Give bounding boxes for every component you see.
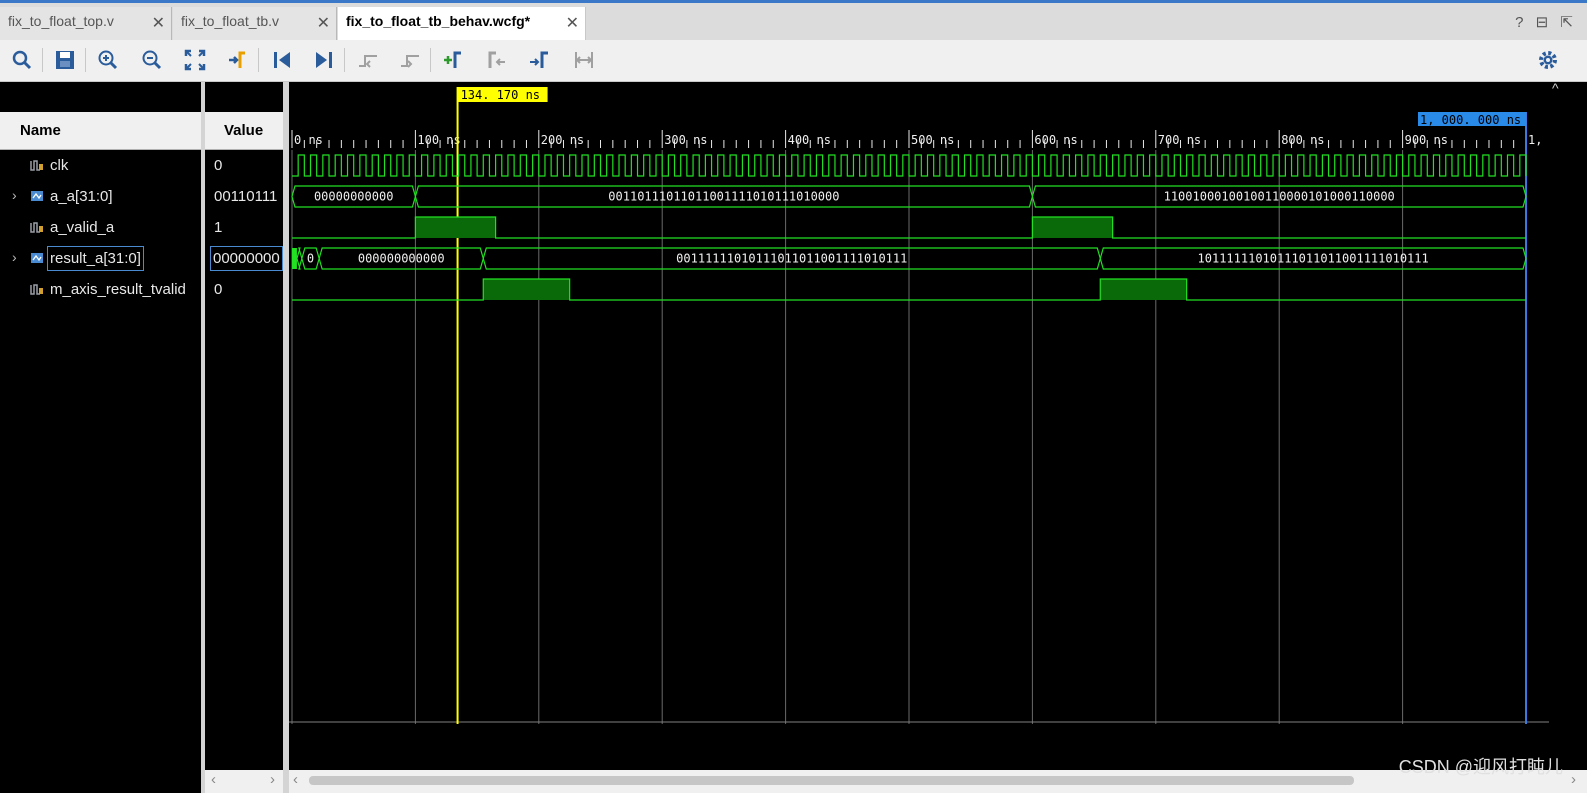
clk-waveform [292,154,1527,177]
close-icon[interactable]: ✕ [317,13,330,33]
signal-value-cell[interactable]: 0 [205,150,283,181]
time-tick-label: 300 ns [664,133,707,147]
signal-name: result_a[31:0] [47,246,144,271]
go-to-start-icon[interactable] [270,48,294,72]
time-tick-label: 400 ns [788,133,831,147]
signal-value: 00000000 [210,246,283,271]
signal-value-panel: Value 0 00110111 1 00000000 0 [205,82,283,793]
signal-name-panel: Name clk › a_a[31:0] a_valid_a › result_a[31:… [0,82,201,793]
a-valid-a-high-fill [415,217,496,238]
next-marker-icon[interactable] [528,48,552,72]
signal-name: clk [50,157,69,174]
a-a-value-label: 11001000100100110000101000110000 [1164,190,1395,204]
time-tick-label: 100 ns [417,133,460,147]
time-tick-label: 0 ns [294,133,323,147]
a-a-value-label: 00110111011011001111010111010000 [608,190,839,204]
next-transition-icon[interactable] [398,48,422,72]
swap-cursors-icon[interactable] [572,48,596,72]
add-marker-icon[interactable] [442,48,466,72]
tab-bar: fix_to_float_top.v ✕ fix_to_float_tb.v ✕… [0,0,1587,43]
end-marker-label: 1, 000. 000 ns [1420,113,1521,127]
tab-label: fix_to_float_tb.v [181,13,280,29]
scroll-thumb[interactable] [309,776,1354,785]
scroll-left-icon[interactable]: ‹ [293,771,298,788]
close-icon[interactable]: ✕ [566,13,579,33]
value-hscroll[interactable]: ‹ › [205,770,283,793]
zoom-out-icon[interactable] [140,48,164,72]
signal-value-cell[interactable]: 00000000 [205,243,283,274]
expand-chevron-icon[interactable]: › [12,249,17,265]
go-to-end-icon[interactable] [312,48,336,72]
a-valid-a-high-fill [1032,217,1113,238]
signal-row[interactable]: a_valid_a [0,212,201,243]
cursor-time-label: 134. 170 ns [461,88,540,102]
signal-value-cell[interactable]: 00110111 [205,181,283,212]
signal-value-cell[interactable]: 1 [205,212,283,243]
float-icon[interactable]: ⇱ [1560,14,1573,31]
restore-icon[interactable]: ⊟ [1536,14,1549,31]
value-column-header[interactable]: Value [205,112,283,150]
name-column-header[interactable]: Name [0,112,201,150]
bit-signal-icon [30,158,44,172]
signal-value: 0 [214,281,223,298]
signal-row[interactable]: › result_a[31:0] [0,243,201,274]
expand-chevron-icon[interactable]: › [12,187,17,203]
bus-signal-icon [30,189,44,203]
result-a-value-label: 0 [307,252,314,266]
search-icon[interactable] [10,48,34,72]
tab-label: fix_to_float_tb_behav.wcfg* [346,13,531,29]
a-a-value-label: 00000000000 [314,190,393,204]
time-tick-label: 800 ns [1281,133,1324,147]
m-axis-result-tvalid-high-fill [483,279,570,300]
time-tick-label: 600 ns [1034,133,1077,147]
signal-row[interactable]: clk [0,150,201,181]
signal-row[interactable]: m_axis_result_tvalid [0,274,201,305]
zoom-fit-icon[interactable] [183,48,207,72]
vertical-scrollbar[interactable]: ^ [1549,80,1587,770]
signal-name: a_a[31:0] [50,188,113,205]
result-a-value-label: 00111111010111011011001111010111 [676,252,907,266]
previous-transition-icon[interactable] [356,48,380,72]
time-tick-label: 200 ns [541,133,584,147]
scroll-right-icon[interactable]: › [1571,771,1576,788]
window-controls: ? ⊟ ⇱ [1507,13,1573,31]
result-a-segment [296,247,303,270]
scroll-left-icon[interactable]: ‹ [211,771,216,788]
signal-value-cell[interactable]: 0 [205,274,283,305]
signal-row[interactable]: › a_a[31:0] [0,181,201,212]
scroll-right-icon[interactable]: › [270,771,275,788]
time-tick-label: 900 ns [1405,133,1448,147]
previous-marker-icon[interactable] [484,48,508,72]
waveform-viewer[interactable]: 0 ns 100 ns 200 ns 300 ns 400 ns 500 ns 600 ns… [289,82,1587,770]
go-to-cursor-icon[interactable] [226,48,250,72]
bus-signal-icon [30,251,44,265]
signal-value: 0 [214,157,223,174]
tab-label: fix_to_float_top.v [8,13,114,29]
signal-name: m_axis_result_tvalid [50,281,186,298]
time-tick-label: 500 ns [911,133,954,147]
bit-signal-icon [30,282,44,296]
result-a-unknown [292,248,297,269]
tab-fix-to-float-tb[interactable]: fix_to_float_tb.v ✕ [173,7,337,40]
result-a-value-label: 000000000000 [358,252,445,266]
tab-fix-to-float-top[interactable]: fix_to_float_top.v ✕ [0,7,172,40]
bit-signal-icon [30,220,44,234]
watermark: CSDN @迎风打盹儿 [1398,757,1563,777]
save-icon[interactable] [53,48,77,72]
scroll-up-icon[interactable]: ^ [1552,80,1559,96]
help-icon[interactable]: ? [1515,14,1523,31]
settings-icon[interactable] [1536,48,1560,72]
waveform-toolbar [0,40,1587,82]
time-tick-label: 700 ns [1158,133,1201,147]
signal-value: 1 [214,219,223,236]
waveform-hscroll[interactable]: ‹ › [289,770,1587,793]
tab-fix-to-float-tb-behav-wcfg[interactable]: fix_to_float_tb_behav.wcfg* ✕ [338,7,586,43]
signal-name: a_valid_a [50,219,115,236]
result-a-value-label: 10111111010111011011001111010111 [1198,252,1429,266]
m-axis-result-tvalid-high-fill [1100,279,1187,300]
signal-value: 00110111 [214,188,278,205]
close-icon[interactable]: ✕ [152,13,165,33]
zoom-in-icon[interactable] [96,48,120,72]
